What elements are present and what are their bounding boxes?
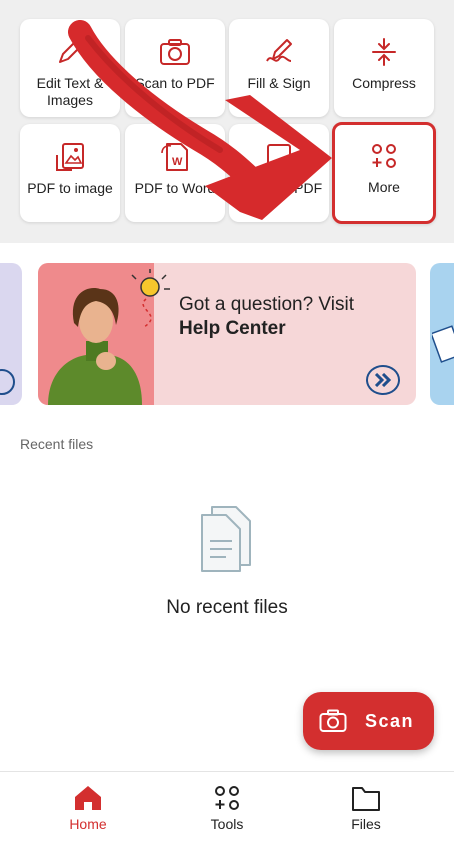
pen-sign-icon (263, 35, 295, 69)
bottom-nav: Home Tools Files (0, 771, 454, 841)
nav-files-label: Files (351, 816, 381, 832)
scan-button[interactable]: Scan (303, 692, 434, 750)
nav-home[interactable]: Home (38, 784, 138, 832)
woman-thinking-image (38, 263, 170, 405)
tools-grid-icon (215, 786, 239, 810)
tool-label: More (368, 179, 400, 195)
tool-pdf-to-word[interactable]: W PDF to Word (125, 124, 225, 222)
tool-pdf-to-image[interactable]: PDF to image (20, 124, 120, 222)
tool-compress[interactable]: Compress (334, 19, 434, 117)
pdf-word-icon: W (159, 140, 191, 174)
pencil-icon (55, 35, 85, 69)
pdf-image-icon (54, 140, 86, 174)
camera-icon (159, 35, 191, 69)
image-pdf-icon (263, 140, 295, 174)
tool-image-to-pdf[interactable]: Image to PDF (229, 124, 329, 222)
home-icon (75, 786, 101, 810)
scan-button-label: Scan (365, 710, 415, 731)
tool-label: Edit Text & Images (36, 75, 104, 108)
svg-text:W: W (172, 156, 183, 168)
tool-fill-sign[interactable]: Fill & Sign (229, 19, 329, 117)
banner-line1: Got a question? Visit (179, 294, 354, 315)
more-grid-icon (371, 139, 397, 173)
camera-icon (319, 709, 347, 732)
no-recent-files-text: No recent files (166, 597, 288, 618)
double-chevron-right-icon (374, 373, 392, 387)
tool-label: PDF to Word (134, 180, 216, 196)
tool-label: Compress (352, 75, 416, 91)
carousel-next-card[interactable] (430, 263, 454, 405)
banner-text: Got a question? Visit Help Center (179, 293, 354, 341)
nav-tools-label: Tools (210, 816, 244, 832)
promo-carousel[interactable]: Got a question? Visit Help Center (0, 263, 454, 405)
tool-label: Scan to PDF (135, 75, 215, 91)
tool-edit-text-images[interactable]: Edit Text & Images (20, 19, 120, 117)
nav-tools[interactable]: Tools (177, 784, 277, 832)
carousel-prev-card[interactable] (0, 263, 22, 405)
compress-icon (369, 35, 399, 69)
tool-label: PDF to image (27, 180, 113, 196)
tool-label: Image to PDF (235, 180, 323, 196)
tool-more[interactable]: More (332, 122, 436, 224)
tools-panel: Edit Text & Images Scan to PDF Fill & Si… (0, 0, 454, 243)
nav-home-label: Home (69, 816, 107, 832)
recent-files-label: Recent files (20, 436, 94, 452)
empty-files-icon (198, 505, 256, 578)
banner-forward-button[interactable] (366, 365, 400, 395)
help-center-banner[interactable]: Got a question? Visit Help Center (38, 263, 416, 405)
banner-line2: Help Center (179, 318, 286, 339)
folder-icon (352, 787, 380, 811)
tool-label: Fill & Sign (247, 75, 311, 91)
nav-files[interactable]: Files (316, 784, 416, 832)
lightbulb-icon (131, 269, 170, 328)
tool-scan-to-pdf[interactable]: Scan to PDF (125, 19, 225, 117)
